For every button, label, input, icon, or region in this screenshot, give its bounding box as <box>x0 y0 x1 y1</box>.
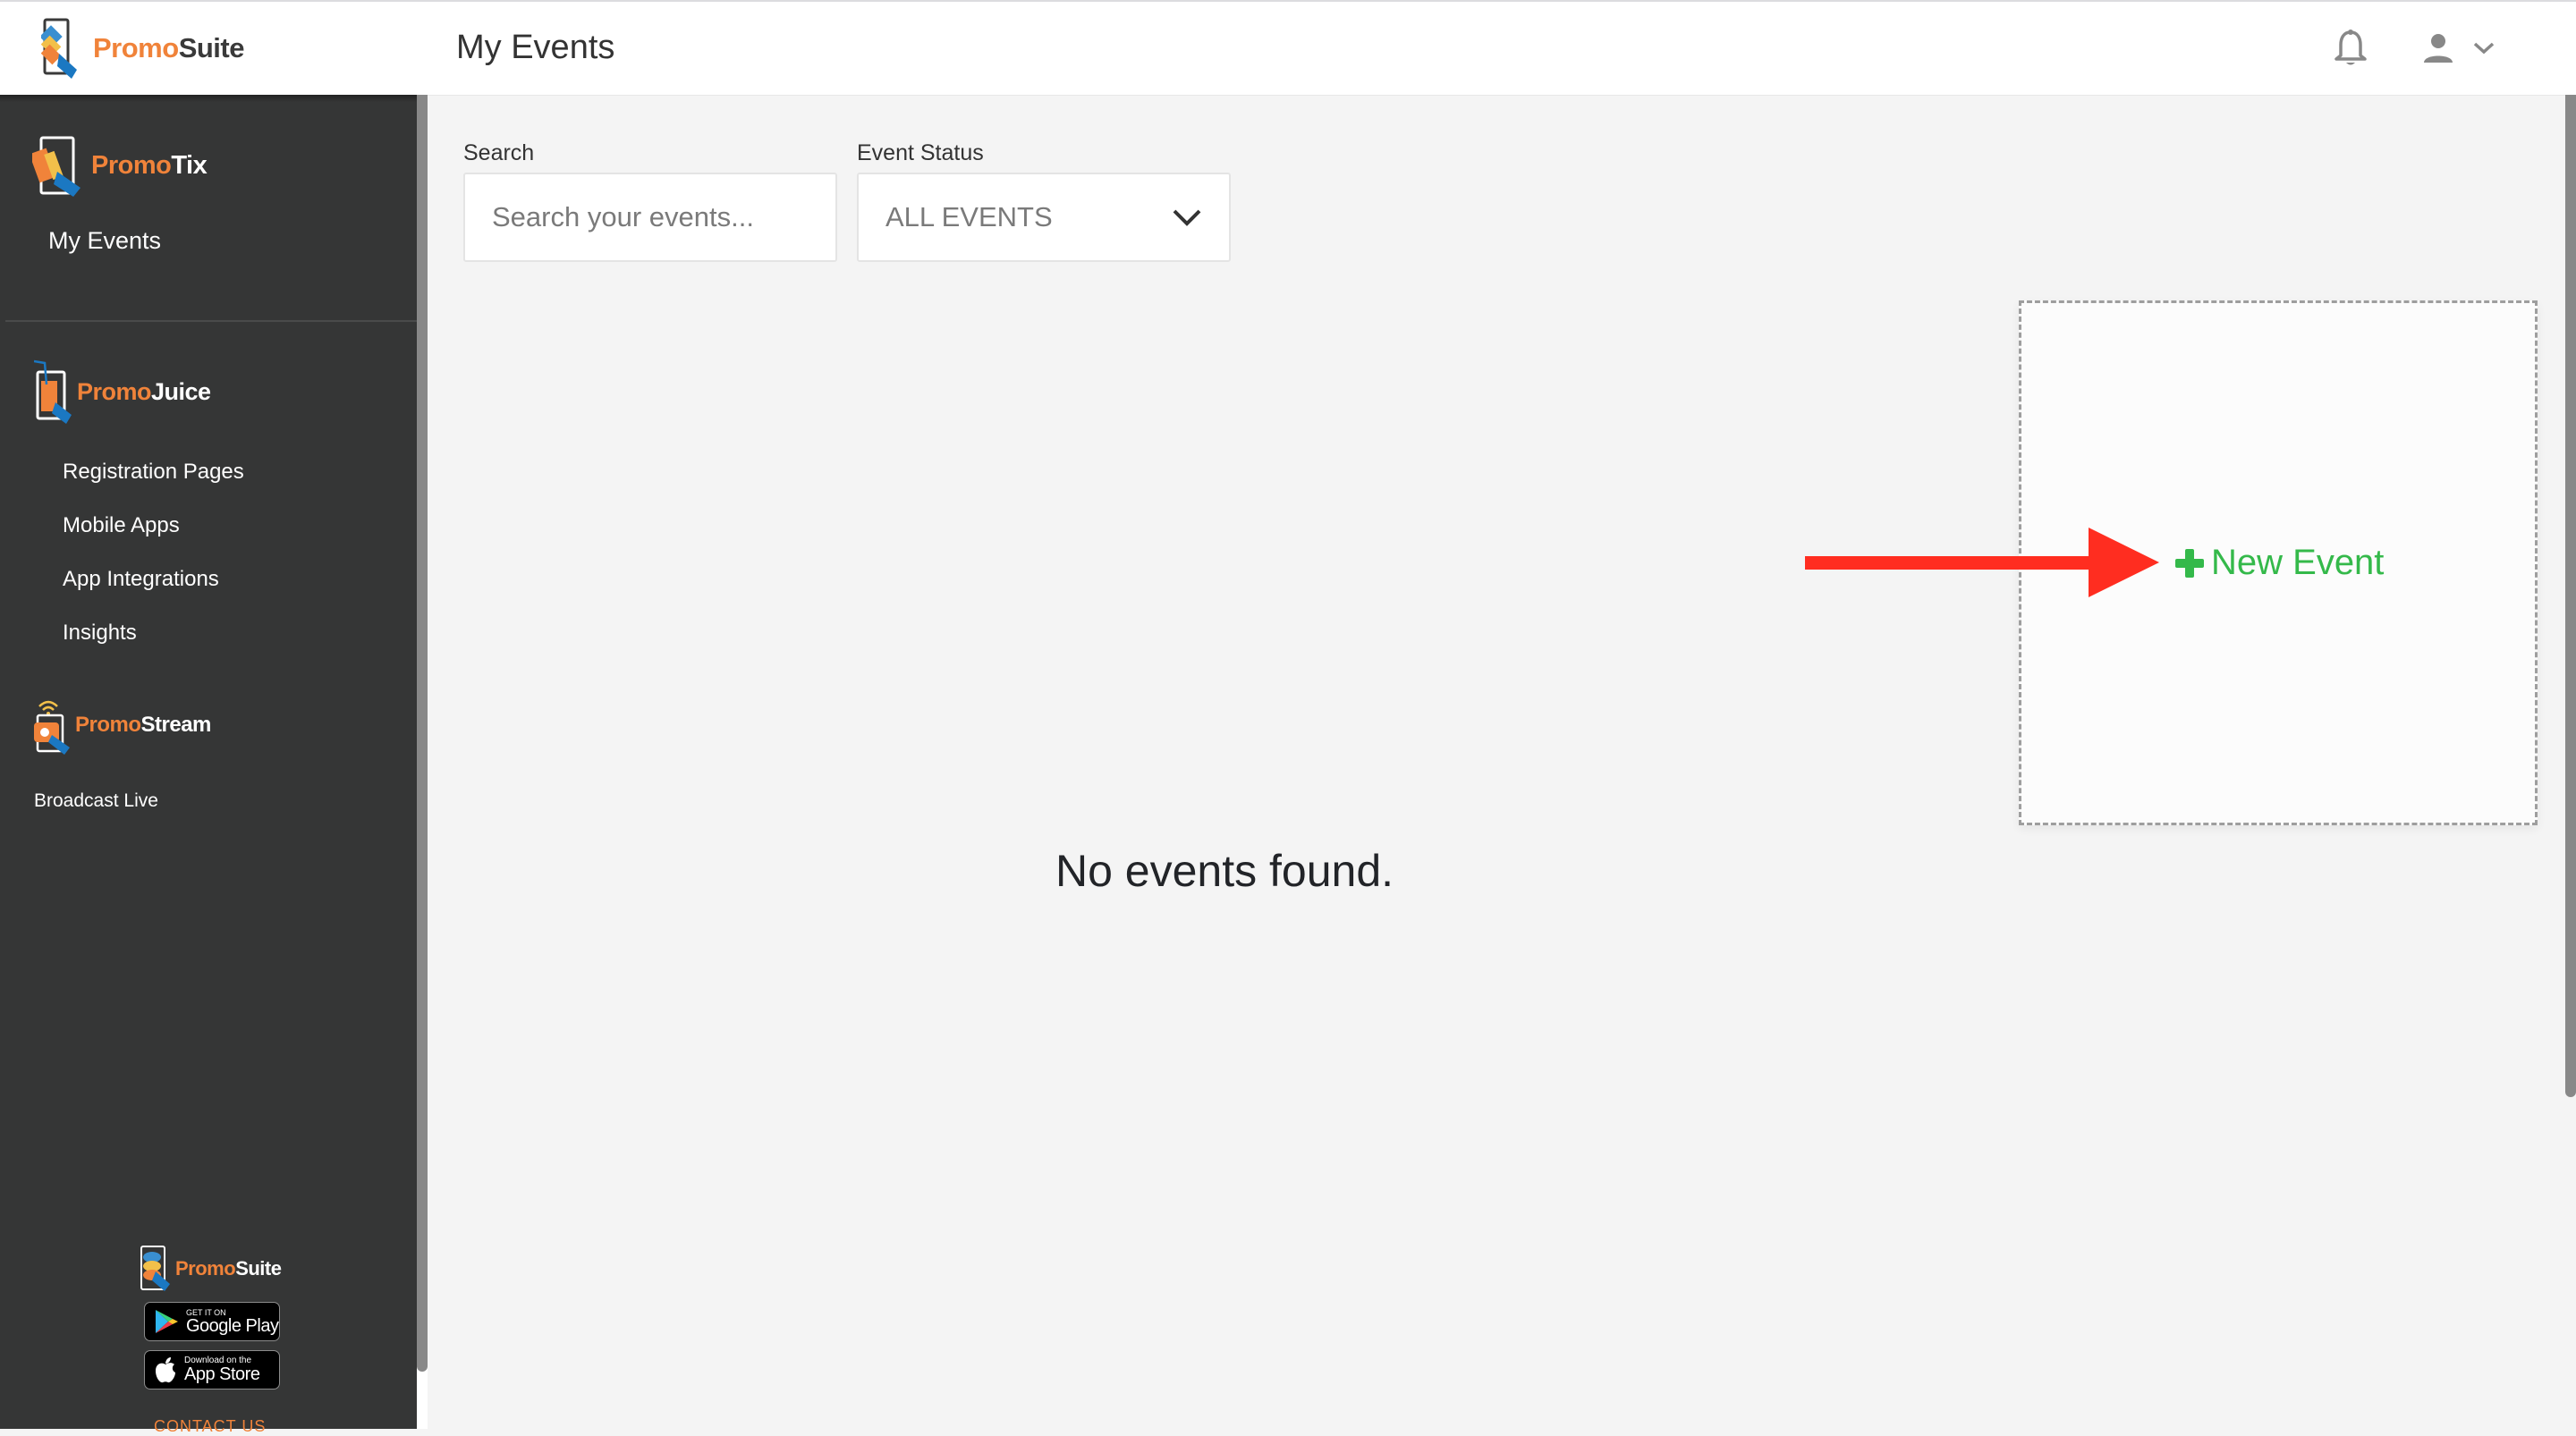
app-store-badge[interactable]: Download on the App Store <box>144 1350 280 1390</box>
event-status-select[interactable]: ALL EVENTS <box>857 173 1231 262</box>
main-scrollbar-thumb[interactable] <box>2565 95 2576 1097</box>
brand-part1: Promo <box>93 32 179 63</box>
promojuice-logo-icon <box>34 359 72 424</box>
promosuite-logo[interactable]: PromoSuite <box>41 18 244 79</box>
promostream-logo-text: PromoStream <box>75 713 211 738</box>
brand-part2: Juice <box>151 377 211 405</box>
sidebar-item-insights[interactable]: Insights <box>63 621 137 646</box>
empty-state-message: No events found. <box>1055 846 1394 896</box>
contact-us-link[interactable]: CONTACT US <box>154 1417 266 1436</box>
chevron-down-icon <box>2473 42 2495 55</box>
promosuite-logo-icon <box>41 18 77 79</box>
brand-part2: Suite <box>235 1257 282 1280</box>
brand-part1: Promo <box>77 377 152 405</box>
bell-icon <box>2334 30 2367 65</box>
promotix-logo-text: PromoTix <box>91 150 208 181</box>
sidebar-scrollbar-thumb[interactable] <box>417 95 428 1372</box>
top-header: PromoSuite My Events <box>0 2 2576 96</box>
sidebar-item-registration-pages[interactable]: Registration Pages <box>63 460 244 485</box>
brand-part1: Promo <box>175 1257 236 1280</box>
search-label: Search <box>463 140 535 165</box>
event-status-value: ALL EVENTS <box>886 201 1053 232</box>
app-store-text: Download on the App Store <box>184 1356 260 1384</box>
footer-promosuite-brand: PromoSuite <box>140 1245 282 1293</box>
sidebar-item-broadcast-live[interactable]: Broadcast Live <box>34 790 158 812</box>
account-menu-button[interactable] <box>2422 32 2496 64</box>
promotix-brand: PromoTix <box>32 134 208 197</box>
brand-part1: Promo <box>75 713 141 737</box>
brand-part2: Suite <box>178 32 245 63</box>
promojuice-brand: PromoJuice <box>34 359 211 424</box>
badge-big-text: App Store <box>184 1364 260 1384</box>
promostream-logo-icon <box>34 700 70 755</box>
sidebar-item-my-events[interactable]: My Events <box>48 227 161 255</box>
brand-part2: Tix <box>171 150 208 180</box>
brand-part1: Promo <box>91 150 172 180</box>
plus-icon <box>2175 548 2204 578</box>
chevron-down-icon <box>1173 209 1201 226</box>
sidebar: PromoTix My Events PromoJuice Registrati… <box>0 95 417 1429</box>
new-event-button[interactable]: New Event <box>2175 543 2384 583</box>
event-status-label: Event Status <box>857 140 984 165</box>
notifications-button[interactable] <box>2333 29 2368 68</box>
user-icon <box>2424 34 2453 63</box>
sidebar-divider <box>5 320 417 322</box>
apple-icon <box>156 1357 175 1383</box>
google-play-badge[interactable]: GET IT ON Google Play <box>144 1302 280 1341</box>
page-title: My Events <box>456 29 615 66</box>
google-play-text: GET IT ON Google Play <box>186 1308 279 1336</box>
search-input[interactable] <box>463 173 837 262</box>
promosuite-logo-text: PromoSuite <box>93 32 244 64</box>
promostream-brand: PromoStream <box>34 696 211 755</box>
badge-big-text: Google Play <box>186 1316 279 1336</box>
sidebar-item-app-integrations[interactable]: App Integrations <box>63 567 219 592</box>
brand-part2: Stream <box>140 713 212 737</box>
footer-promosuite-logo-text: PromoSuite <box>175 1257 282 1280</box>
sidebar-item-mobile-apps[interactable]: Mobile Apps <box>63 513 180 538</box>
new-event-label: New Event <box>2211 543 2385 582</box>
promosuite-logo-icon <box>140 1246 170 1291</box>
promojuice-logo-text: PromoJuice <box>77 378 211 406</box>
header-actions <box>2333 29 2496 68</box>
promotix-logo-icon <box>32 136 80 197</box>
annotation-arrow-icon <box>1805 528 2159 597</box>
google-play-icon <box>156 1310 178 1333</box>
